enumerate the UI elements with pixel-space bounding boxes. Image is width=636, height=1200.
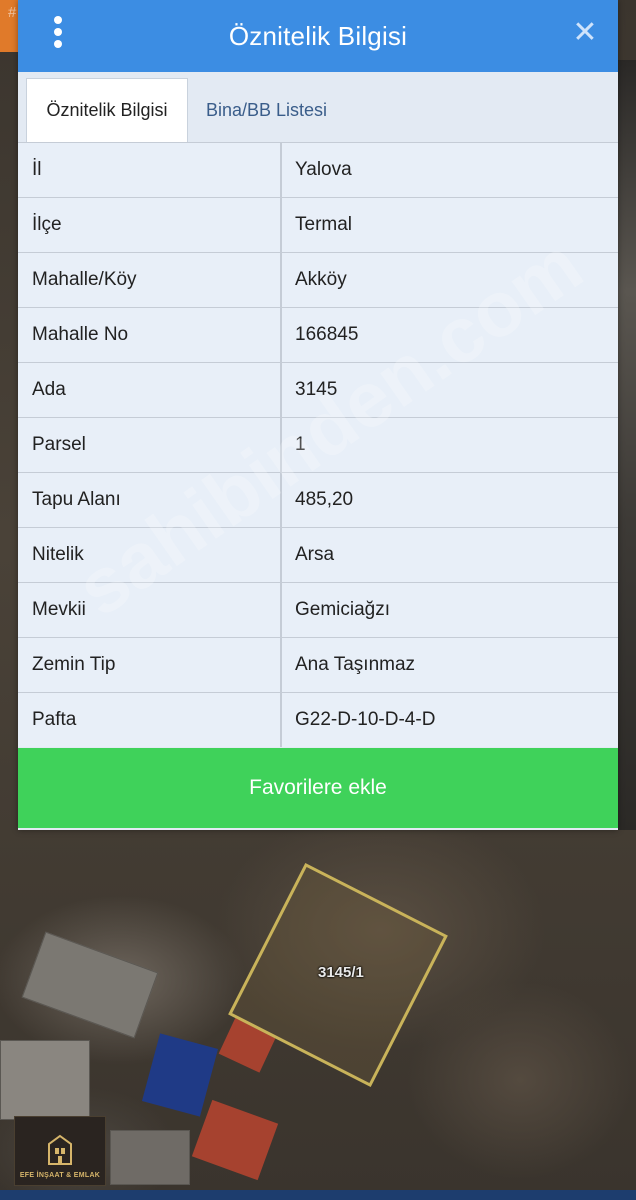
- more-vertical-icon[interactable]: [48, 16, 68, 48]
- table-row: Mahalle No 166845: [18, 307, 618, 362]
- attribute-panel: Öznitelik Bilgisi ✕ Öznitelik Bilgisi Bi…: [18, 0, 618, 830]
- table-row: Nitelik Arsa: [18, 527, 618, 582]
- row-value: 485,20: [295, 489, 354, 510]
- table-row: Parsel 1: [18, 417, 618, 472]
- panel-title: Öznitelik Bilgisi: [228, 20, 408, 51]
- tab-building-list[interactable]: Bina/BB Listesi: [192, 78, 341, 142]
- panel-header: Öznitelik Bilgisi ✕: [18, 0, 618, 72]
- row-key: Nitelik: [18, 528, 282, 582]
- map-building: [110, 1130, 190, 1185]
- row-value: Ana Taşınmaz: [295, 654, 416, 675]
- row-key: Mahalle No: [18, 308, 282, 362]
- bottom-bar: [0, 1190, 636, 1200]
- row-key: Zemin Tip: [18, 638, 282, 692]
- row-value: 166845: [295, 324, 359, 345]
- tab-bar: Öznitelik Bilgisi Bina/BB Listesi: [18, 72, 618, 142]
- table-row: Pafta G22-D-10-D-4-D: [18, 692, 618, 747]
- building-logo-icon: [48, 1134, 72, 1165]
- attribute-table: İl Yalova İlçe Termal Mahalle/Köy Akköy …: [18, 142, 618, 747]
- row-value: Yalova: [295, 159, 352, 180]
- row-value: Akköy: [295, 269, 347, 290]
- table-row: Zemin Tip Ana Taşınmaz: [18, 637, 618, 692]
- brand-logo: EFE İNŞAAT & EMLAK: [14, 1116, 106, 1186]
- row-value: 1: [295, 434, 306, 455]
- table-row: Ada 3145: [18, 362, 618, 417]
- row-key: İl: [18, 143, 282, 197]
- row-key: Mevkii: [18, 583, 282, 637]
- brand-logo-text: EFE İNŞAAT & EMLAK: [19, 1172, 101, 1179]
- row-key: Pafta: [18, 693, 282, 747]
- tab-attribute-info[interactable]: Öznitelik Bilgisi: [26, 78, 188, 142]
- add-to-favorites-button[interactable]: Favorilere ekle: [18, 748, 618, 828]
- row-key: Ada: [18, 363, 282, 417]
- table-row: Mahalle/Köy Akköy: [18, 252, 618, 307]
- parcel-label: 3145/1: [318, 964, 364, 981]
- table-row: Tapu Alanı 485,20: [18, 472, 618, 527]
- close-icon[interactable]: ✕: [570, 18, 600, 48]
- row-key: İlçe: [18, 198, 282, 252]
- row-key: Parsel: [18, 418, 282, 472]
- row-value: G22-D-10-D-4-D: [295, 709, 436, 730]
- row-value: Termal: [295, 214, 353, 235]
- row-value: Gemiciağzı: [295, 599, 391, 620]
- map-building: [0, 1040, 90, 1120]
- row-key: Mahalle/Köy: [18, 253, 282, 307]
- row-key: Tapu Alanı: [18, 473, 282, 527]
- table-row: İlçe Termal: [18, 197, 618, 252]
- table-row: İl Yalova: [18, 142, 618, 197]
- map-edge-strip: [618, 60, 636, 830]
- row-value: Arsa: [295, 544, 335, 565]
- table-row: Mevkii Gemiciağzı: [18, 582, 618, 637]
- row-value: 3145: [295, 379, 338, 400]
